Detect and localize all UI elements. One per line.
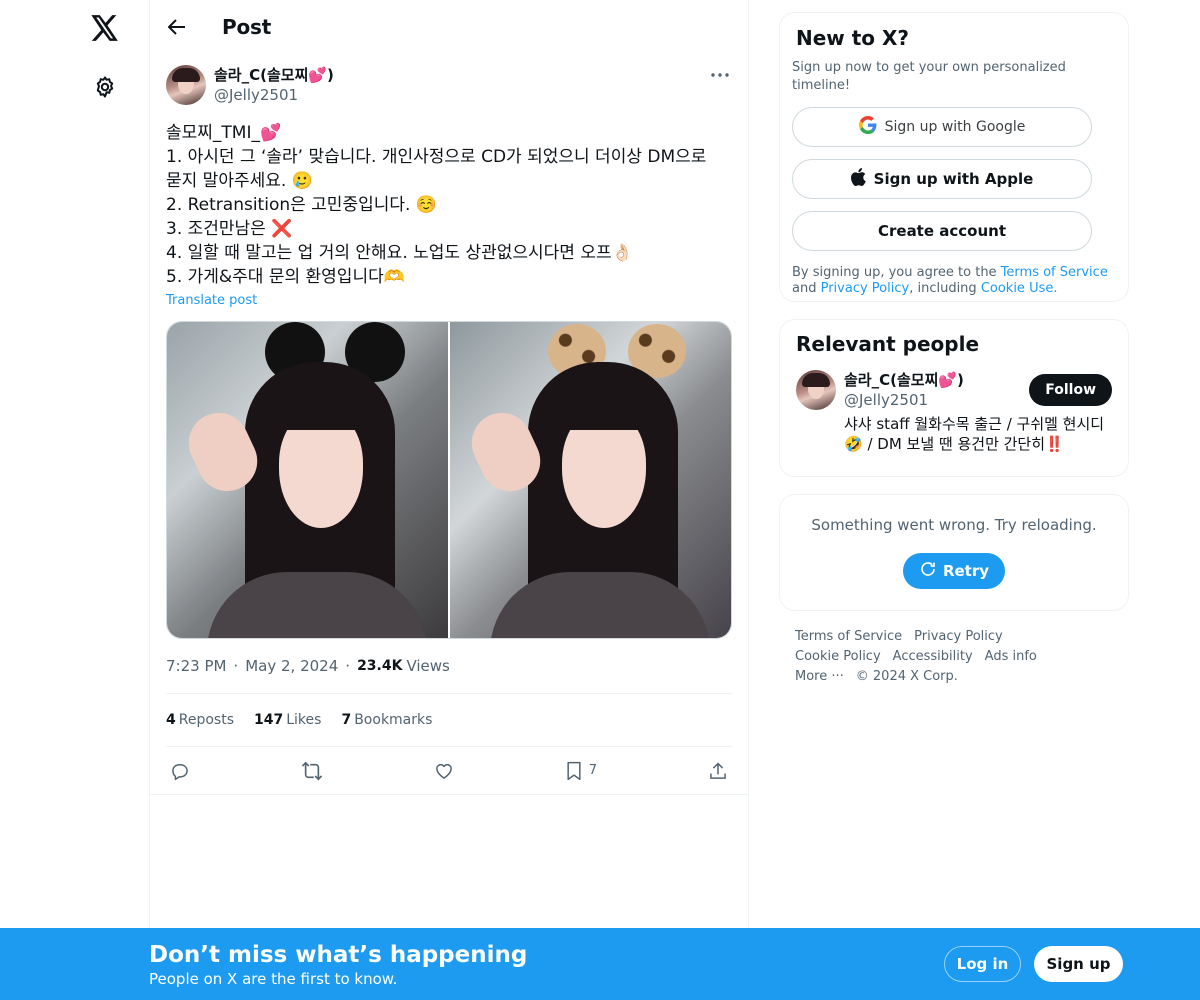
banner-subtitle: People on X are the first to know.	[149, 970, 398, 988]
footer-links: Terms of Service Privacy Policy Cookie P…	[779, 627, 1109, 687]
repost-icon[interactable]	[301, 761, 323, 781]
bookmark-icon[interactable]: 7	[565, 761, 597, 781]
views-count: 23.4K	[357, 658, 403, 674]
error-card: Something went wrong. Try reloading. Ret…	[779, 494, 1129, 611]
footer-link[interactable]: Terms of Service	[795, 627, 902, 647]
relevant-people-card: Relevant people 솔라_C(솔모찌💕) @Jelly2501 샤샤…	[779, 319, 1129, 477]
post-text-line: 2. Retransition은 고민중입니다. ☺️	[166, 195, 437, 215]
post-photo-1[interactable]	[167, 322, 448, 638]
page-header: Post	[150, 0, 748, 53]
reply-icon[interactable]	[170, 761, 190, 781]
signup-button[interactable]: Sign up	[1034, 946, 1123, 982]
post-text-line: 묻지 말아주세요. 🥲	[166, 171, 313, 191]
signup-banner: Don’t miss what’s happening People on X …	[0, 928, 1200, 1000]
share-icon[interactable]	[708, 761, 728, 781]
privacy-link[interactable]: Privacy Policy	[821, 281, 910, 296]
post-date[interactable]: May 2, 2024	[245, 657, 338, 675]
likes-stat[interactable]: 147 Likes	[254, 712, 321, 728]
post-text-line: 솔모찌_TMI_💕	[166, 123, 282, 143]
post-media	[166, 321, 732, 639]
post-timestamp: 7:23 PM · May 2, 2024 · 23.4K Views	[166, 657, 450, 675]
follow-button[interactable]: Follow	[1029, 374, 1112, 406]
footer-link[interactable]: More ···	[795, 667, 844, 687]
signup-google-button[interactable]: Sign up with Google	[792, 107, 1092, 147]
post-text-line: 3. 조건만남은 ❌	[166, 219, 293, 239]
post-author: 솔라_C(솔모찌💕) @Jelly2501	[166, 65, 732, 105]
reposts-stat[interactable]: 4 Reposts	[166, 712, 234, 728]
refresh-icon	[919, 560, 937, 582]
relevant-person[interactable]: 솔라_C(솔모찌💕) @Jelly2501 샤샤 staff 월화수목 출근 /…	[796, 370, 1112, 454]
relevant-people-title: Relevant people	[796, 332, 980, 356]
post-text: 솔모찌_TMI_💕 1. 아시던 그 ‘솔라’ 맞습니다. 개인사정으로 CD가…	[166, 121, 732, 289]
post-photo-2[interactable]	[450, 322, 731, 638]
footer-link[interactable]: Privacy Policy	[914, 627, 1003, 647]
author-handle[interactable]: @Jelly2501	[214, 85, 334, 105]
bookmarks-stat[interactable]: 7 Bookmarks	[341, 712, 432, 728]
error-message: Something went wrong. Try reloading.	[811, 516, 1097, 534]
cookie-link[interactable]: Cookie Use	[981, 281, 1054, 296]
terms-link[interactable]: Terms of Service	[1001, 265, 1108, 280]
signup-apple-button[interactable]: Sign up with Apple	[792, 159, 1092, 199]
views-label: Views	[406, 657, 450, 675]
new-to-x-title: New to X?	[796, 26, 910, 50]
post-stats: 4 Reposts 147 Likes 7 Bookmarks	[166, 693, 732, 747]
page-title: Post	[222, 14, 272, 39]
avatar[interactable]	[796, 370, 836, 410]
new-to-x-subtitle: Sign up now to get your own personalized…	[792, 60, 1066, 93]
right-sidebar: New to X? Sign up now to get your own pe…	[779, 0, 1129, 687]
bookmark-count: 7	[588, 763, 598, 778]
post-text-line: 1. 아시던 그 ‘솔라’ 맞습니다. 개인사정으로 CD가 되었으니 더이상 …	[166, 147, 707, 167]
google-icon	[858, 116, 877, 138]
author-name[interactable]: 솔라_C(솔모찌💕)	[214, 65, 334, 85]
x-logo-icon[interactable]	[88, 11, 122, 45]
banner-title: Don’t miss what’s happening	[149, 942, 528, 968]
apple-icon	[850, 168, 866, 190]
avatar[interactable]	[166, 65, 206, 105]
gear-icon[interactable]	[90, 72, 120, 102]
post: 솔라_C(솔모찌💕) @Jelly2501 솔모찌_TMI_💕 1. 아시던 그…	[150, 65, 748, 795]
new-to-x-card: New to X? Sign up now to get your own pe…	[779, 12, 1129, 302]
post-time[interactable]: 7:23 PM	[166, 657, 226, 675]
retry-button[interactable]: Retry	[902, 553, 1006, 589]
footer-link[interactable]: Ads info	[985, 647, 1037, 667]
person-bio: 샤샤 staff 월화수목 출근 / 구쉬멜 현시디 🤣 / DM 보낼 땐 용…	[844, 415, 1105, 453]
main-column: Post 솔라_C(솔모찌💕) @Jelly2501 솔모찌_TMI_💕 1. …	[149, 0, 749, 1000]
more-icon[interactable]	[708, 65, 732, 85]
like-icon[interactable]	[434, 761, 454, 781]
back-arrow-icon[interactable]	[166, 16, 188, 38]
post-actions: 7	[150, 747, 748, 795]
login-button[interactable]: Log in	[944, 946, 1021, 982]
signup-legal-text: By signing up, you agree to the Terms of…	[792, 265, 1108, 296]
footer-copyright: © 2024 X Corp.	[855, 669, 958, 684]
left-nav	[0, 0, 149, 1000]
post-text-line: 4. 일할 때 말고는 업 거의 안해요. 노업도 상관없으시다면 오프👌🏻	[166, 243, 633, 263]
post-text-line: 5. 가게&주대 문의 환영입니다🫶	[166, 267, 405, 287]
create-account-button[interactable]: Create account	[792, 211, 1092, 251]
footer-link[interactable]: Cookie Policy	[795, 647, 881, 667]
translate-post-link[interactable]: Translate post	[166, 291, 732, 311]
footer-link[interactable]: Accessibility	[893, 647, 973, 667]
